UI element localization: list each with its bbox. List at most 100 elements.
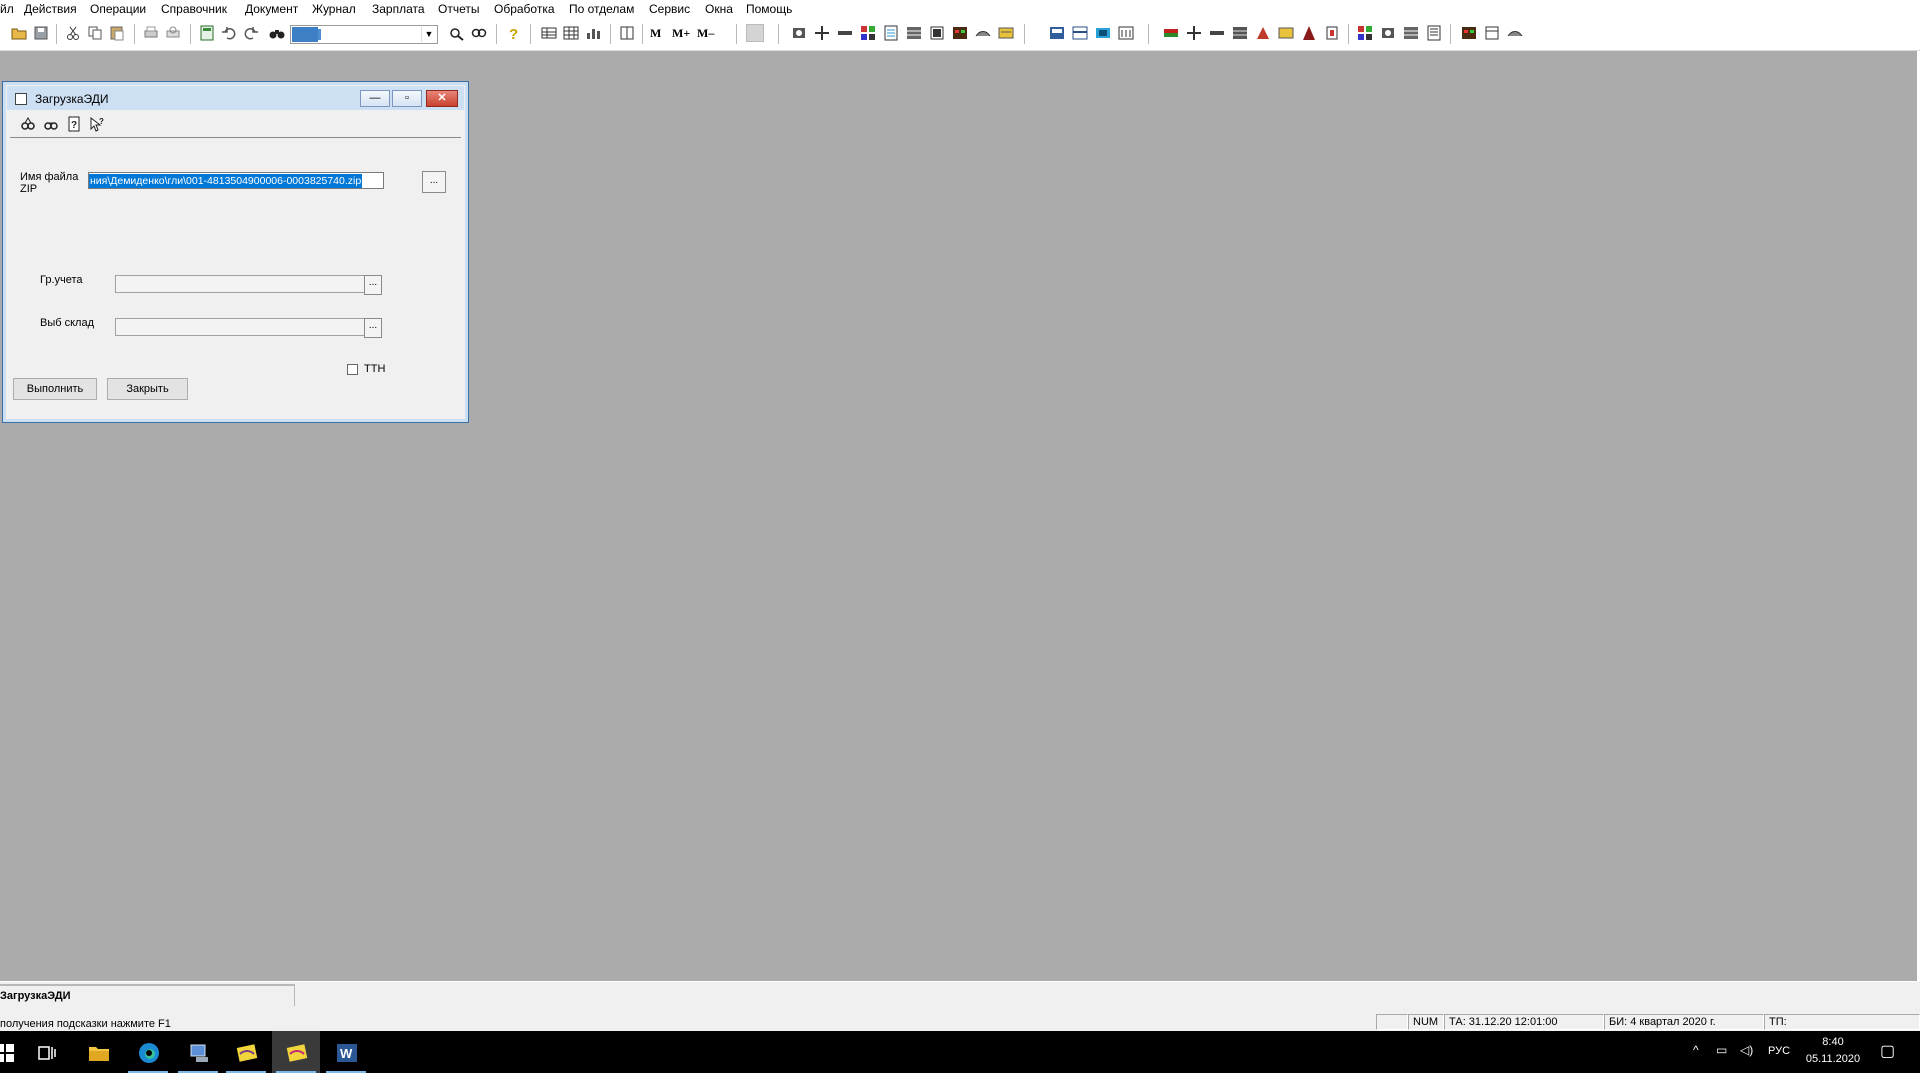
tool-icon-19[interactable]: [1254, 24, 1272, 42]
tool-icon-14[interactable]: [1117, 24, 1135, 42]
find-record-icon[interactable]: [20, 116, 36, 132]
menu-by-departments[interactable]: По отделам: [569, 2, 634, 16]
tool-icon-9[interactable]: [974, 24, 992, 42]
tool-icon-21[interactable]: [1300, 24, 1318, 42]
tool-icon-7[interactable]: [928, 24, 946, 42]
warehouse-browse-button[interactable]: ...: [364, 318, 382, 338]
tool-icon-6[interactable]: [905, 24, 923, 42]
tab-edi-load[interactable]: ЗагрузкаЭДИ: [0, 984, 295, 1006]
network-icon[interactable]: ▭: [1716, 1043, 1727, 1057]
memory-icon[interactable]: M: [650, 24, 668, 42]
chart-icon[interactable]: [584, 24, 602, 42]
tool-icon-8[interactable]: [951, 24, 969, 42]
menu-operations[interactable]: Операции: [90, 2, 146, 16]
tool-icon-13[interactable]: [1094, 24, 1112, 42]
zip-browse-button[interactable]: ...: [422, 171, 446, 193]
tool-icon-24[interactable]: [1379, 24, 1397, 42]
open-icon[interactable]: [10, 24, 28, 42]
chevron-down-icon[interactable]: ▼: [421, 27, 436, 42]
tool-icon-2[interactable]: [813, 24, 831, 42]
run-button[interactable]: Выполнить: [13, 378, 97, 400]
binoculars-icon[interactable]: [268, 24, 286, 42]
account-group-browse-button[interactable]: ...: [364, 275, 382, 295]
menu-processing[interactable]: Обработка: [494, 2, 555, 16]
tool-icon-26[interactable]: [1425, 24, 1443, 42]
word-icon[interactable]: W: [322, 1031, 370, 1073]
print-icon[interactable]: [142, 24, 160, 42]
redo-icon[interactable]: [242, 24, 260, 42]
accounting-app-active-icon[interactable]: [272, 1031, 320, 1073]
help-icon[interactable]: ?: [504, 24, 522, 42]
file-explorer-icon[interactable]: [74, 1031, 122, 1073]
tool-icon-11[interactable]: [1048, 24, 1066, 42]
language-indicator[interactable]: РУС: [1768, 1045, 1790, 1057]
tool-icon-1[interactable]: [790, 24, 808, 42]
accounting-app-icon[interactable]: [222, 1031, 270, 1073]
memory-plus-icon[interactable]: M+: [672, 24, 694, 42]
tool-icon-15[interactable]: [1162, 24, 1180, 42]
paste-icon[interactable]: [108, 24, 126, 42]
book-icon[interactable]: [618, 24, 636, 42]
menu-document[interactable]: Документ: [245, 2, 298, 16]
menu-actions[interactable]: Действия: [24, 2, 77, 16]
tool-icon-27[interactable]: [1460, 24, 1478, 42]
status-ta: ТА: 31.12.20 12:01:00: [1444, 1014, 1604, 1030]
preview-icon[interactable]: [164, 24, 182, 42]
tool-icon-17[interactable]: [1208, 24, 1226, 42]
find-next-record-icon[interactable]: [43, 116, 59, 132]
chevron-up-icon[interactable]: ^: [1693, 1043, 1699, 1057]
menu-file[interactable]: йл: [0, 2, 14, 16]
minimize-button[interactable]: —: [360, 90, 390, 107]
close-button[interactable]: Закрыть: [107, 378, 188, 400]
account-group-field[interactable]: [115, 275, 367, 293]
tool-icon-20[interactable]: [1277, 24, 1295, 42]
grid-icon[interactable]: [562, 24, 580, 42]
tool-icon-3[interactable]: [836, 24, 854, 42]
tool-icon-23[interactable]: [1356, 24, 1374, 42]
menu-bar: йл Действия Операции Справочник Документ…: [0, 0, 1920, 18]
tool-icon-4[interactable]: [859, 24, 877, 42]
find-next-icon[interactable]: [470, 24, 488, 42]
zip-file-input[interactable]: ния\Демиденко\гли\001-4813504900006-0003…: [88, 172, 384, 189]
tool-icon-5[interactable]: [882, 24, 900, 42]
volume-icon[interactable]: ◁): [1740, 1043, 1753, 1057]
menu-service[interactable]: Сервис: [649, 2, 690, 16]
memory-minus-icon[interactable]: M–: [697, 24, 719, 42]
notification-icon[interactable]: ▢: [1880, 1041, 1895, 1061]
edge-icon[interactable]: [124, 1031, 172, 1073]
menu-windows[interactable]: Окна: [705, 2, 733, 16]
clock-date[interactable]: 05.11.2020: [1798, 1053, 1868, 1065]
find-icon[interactable]: [448, 24, 466, 42]
warehouse-field[interactable]: [115, 318, 367, 336]
tool-icon-10[interactable]: [997, 24, 1015, 42]
tool-icon-28[interactable]: [1483, 24, 1501, 42]
restore-button[interactable]: ▫: [392, 90, 422, 107]
task-view-icon[interactable]: [22, 1031, 70, 1073]
save-icon[interactable]: [32, 24, 50, 42]
cut-icon[interactable]: [64, 24, 82, 42]
clock-time[interactable]: 8:40: [1798, 1036, 1868, 1048]
context-help-icon[interactable]: ?: [89, 116, 105, 132]
tool-icon-18[interactable]: [1231, 24, 1249, 42]
tool-icon-12[interactable]: [1071, 24, 1089, 42]
close-window-button[interactable]: ✕: [426, 90, 458, 107]
computer-app-icon[interactable]: [174, 1031, 222, 1073]
ttn-checkbox[interactable]: [347, 364, 358, 375]
undo-icon[interactable]: [220, 24, 238, 42]
tool-icon-25[interactable]: [1402, 24, 1420, 42]
svg-text:W: W: [340, 1046, 353, 1061]
calculator-icon[interactable]: [198, 24, 216, 42]
tool-icon-22[interactable]: [1323, 24, 1341, 42]
menu-reports[interactable]: Отчеты: [438, 2, 479, 16]
help-doc-icon[interactable]: ?: [66, 116, 82, 132]
copy-icon[interactable]: [86, 24, 104, 42]
table-icon[interactable]: [540, 24, 558, 42]
menu-directory[interactable]: Справочник: [161, 2, 227, 16]
menu-help[interactable]: Помощь: [746, 2, 792, 16]
window-titlebar[interactable]: ЗагрузкаЭДИ — ▫ ✕: [7, 86, 464, 110]
menu-journal[interactable]: Журнал: [312, 2, 356, 16]
menu-salary[interactable]: Зарплата: [372, 2, 425, 16]
toolbar-combo[interactable]: ▼: [290, 25, 438, 44]
tool-icon-29[interactable]: [1506, 24, 1524, 42]
tool-icon-16[interactable]: [1185, 24, 1203, 42]
